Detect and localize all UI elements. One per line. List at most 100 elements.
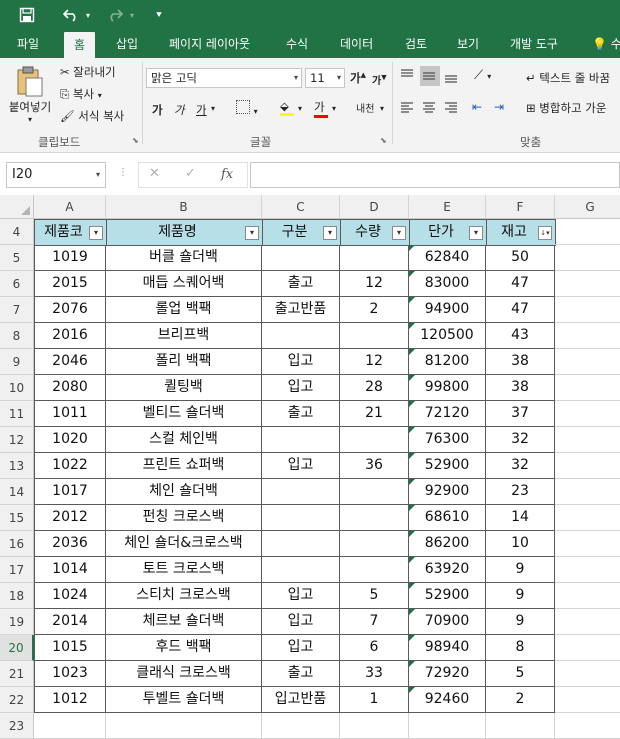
- cell-empty[interactable]: [555, 479, 620, 505]
- cell-stock[interactable]: 14: [486, 505, 555, 531]
- cell-empty[interactable]: [106, 713, 262, 739]
- column-header-d[interactable]: D: [340, 195, 409, 219]
- cell-product-name[interactable]: 폴리 백팩: [106, 349, 262, 375]
- tab-tell-me[interactable]: 💡 수: [592, 30, 620, 58]
- cell-product-code[interactable]: 2015: [34, 271, 106, 297]
- cell-unit-price[interactable]: 63920: [409, 557, 486, 583]
- cell-empty[interactable]: [555, 245, 620, 271]
- sort-filter-icon[interactable]: ↓▾: [538, 226, 552, 240]
- cell-category[interactable]: 입고: [262, 583, 340, 609]
- cell-empty[interactable]: [555, 453, 620, 479]
- row-header[interactable]: 7: [0, 297, 34, 323]
- cell-product-name[interactable]: 클래식 크로스백: [106, 661, 262, 687]
- select-all-corner[interactable]: [0, 195, 34, 219]
- cell-empty[interactable]: [555, 557, 620, 583]
- cell-quantity[interactable]: [340, 531, 409, 557]
- cell-stock[interactable]: 2: [486, 687, 555, 713]
- cell-empty[interactable]: [555, 219, 620, 245]
- cell-product-code[interactable]: 1012: [34, 687, 106, 713]
- cell-stock[interactable]: 47: [486, 271, 555, 297]
- cell-stock[interactable]: 38: [486, 349, 555, 375]
- cell-product-code[interactable]: 2016: [34, 323, 106, 349]
- cell-product-name[interactable]: 벨티드 숄더백: [106, 401, 262, 427]
- cell-product-code[interactable]: 2076: [34, 297, 106, 323]
- cell-category[interactable]: [262, 323, 340, 349]
- cell-unit-price[interactable]: 72920: [409, 661, 486, 687]
- cell-stock[interactable]: 9: [486, 583, 555, 609]
- cell-quantity[interactable]: 2: [340, 297, 409, 323]
- font-size-combo[interactable]: 11 ▾: [305, 68, 345, 88]
- cell-product-name[interactable]: 스컬 체인백: [106, 427, 262, 453]
- row-header[interactable]: 14: [0, 479, 34, 505]
- row-header[interactable]: 4: [0, 219, 34, 245]
- cell-unit-price[interactable]: 52900: [409, 453, 486, 479]
- cell-category[interactable]: 입고: [262, 635, 340, 661]
- cell-quantity[interactable]: 6: [340, 635, 409, 661]
- row-header[interactable]: 5: [0, 245, 34, 271]
- row-header[interactable]: 19: [0, 609, 34, 635]
- cell-empty[interactable]: [555, 401, 620, 427]
- row-header[interactable]: 6: [0, 271, 34, 297]
- tab-review[interactable]: 검토: [405, 30, 427, 58]
- filter-dropdown-icon[interactable]: ▾: [89, 226, 103, 240]
- underline-dropdown-icon[interactable]: ▾: [211, 104, 215, 113]
- cell-category[interactable]: 출고: [262, 271, 340, 297]
- cell-stock[interactable]: 37: [486, 401, 555, 427]
- align-top-button[interactable]: [398, 66, 418, 86]
- cell-empty[interactable]: [409, 713, 486, 739]
- cell-empty[interactable]: [555, 713, 620, 739]
- cell-product-code[interactable]: 1022: [34, 453, 106, 479]
- cell-stock[interactable]: 43: [486, 323, 555, 349]
- cell-category[interactable]: 입고: [262, 349, 340, 375]
- cell-category[interactable]: 입고: [262, 453, 340, 479]
- cell-empty[interactable]: [555, 583, 620, 609]
- row-header[interactable]: 9: [0, 349, 34, 375]
- insert-function-icon[interactable]: fx: [221, 167, 233, 182]
- cell-product-code[interactable]: 1020: [34, 427, 106, 453]
- cell-empty[interactable]: [486, 713, 555, 739]
- cell-product-code[interactable]: 1024: [34, 583, 106, 609]
- cell-quantity[interactable]: 1: [340, 687, 409, 713]
- cell-empty[interactable]: [262, 713, 340, 739]
- cell-empty[interactable]: [555, 609, 620, 635]
- cell-category[interactable]: 출고반품: [262, 297, 340, 323]
- cell-stock[interactable]: 5: [486, 661, 555, 687]
- cell-product-code[interactable]: 2046: [34, 349, 106, 375]
- cell-empty[interactable]: [555, 427, 620, 453]
- cell-category[interactable]: [262, 505, 340, 531]
- cell-product-name[interactable]: 스티치 크로스백: [106, 583, 262, 609]
- cell-quantity[interactable]: [340, 427, 409, 453]
- borders-button[interactable]: ▾: [236, 100, 258, 117]
- cell-quantity[interactable]: 21: [340, 401, 409, 427]
- table-header-cell[interactable]: 제품코 ▾: [34, 219, 107, 246]
- cell-quantity[interactable]: 7: [340, 609, 409, 635]
- cell-quantity[interactable]: 12: [340, 349, 409, 375]
- row-header[interactable]: 17: [0, 557, 34, 583]
- cell-unit-price[interactable]: 52900: [409, 583, 486, 609]
- row-header[interactable]: 15: [0, 505, 34, 531]
- decrease-indent-button[interactable]: ⇤: [472, 100, 482, 114]
- row-header[interactable]: 10: [0, 375, 34, 401]
- merge-center-button[interactable]: ⊞ 병합하고 가운: [526, 100, 606, 116]
- row-header[interactable]: 8: [0, 323, 34, 349]
- cell-unit-price[interactable]: 92900: [409, 479, 486, 505]
- cell-stock[interactable]: 47: [486, 297, 555, 323]
- column-header-b[interactable]: B: [106, 195, 262, 219]
- phonetic-button[interactable]: 내천: [356, 100, 374, 115]
- cell-category[interactable]: [262, 479, 340, 505]
- cell-unit-price[interactable]: 86200: [409, 531, 486, 557]
- tab-file[interactable]: 파일: [17, 30, 39, 58]
- copy-button[interactable]: ⎘ 복사 ▾: [60, 86, 102, 102]
- grow-font-button[interactable]: 가▲: [350, 70, 366, 86]
- cell-quantity[interactable]: 36: [340, 453, 409, 479]
- row-header[interactable]: 23: [0, 713, 34, 739]
- cell-product-code[interactable]: 1015: [34, 635, 106, 661]
- tab-data[interactable]: 데이터: [340, 30, 373, 58]
- cell-product-code[interactable]: 1014: [34, 557, 106, 583]
- cell-unit-price[interactable]: 120500: [409, 323, 486, 349]
- align-left-button[interactable]: [398, 98, 418, 118]
- cell-stock[interactable]: 23: [486, 479, 555, 505]
- column-header-a[interactable]: A: [34, 195, 106, 219]
- cell-stock[interactable]: 50: [486, 245, 555, 271]
- cell-empty[interactable]: [555, 505, 620, 531]
